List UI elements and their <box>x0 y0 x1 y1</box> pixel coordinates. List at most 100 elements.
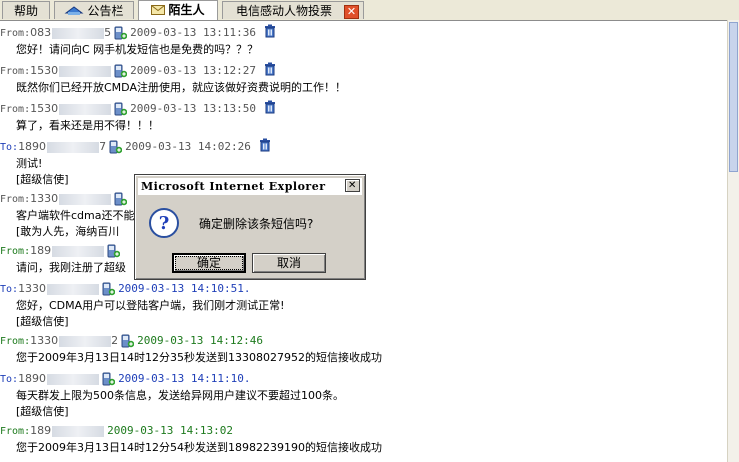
phone-number: 1890 7 <box>18 138 106 156</box>
number-prefix: 1530 <box>30 102 59 115</box>
number-mask <box>59 193 112 205</box>
message-text: 测试! <box>16 157 43 170</box>
message-header: To:1890 7 2009-03-13 14:02:26 <box>0 138 720 156</box>
list-item: To:1330 2009-03-13 14:10:51. 您好，CDMA用户可以登… <box>0 280 720 330</box>
add-contact-icon[interactable] <box>113 26 128 40</box>
cancel-button[interactable]: 取消 <box>252 253 326 273</box>
message-header: From:1530 2009-03-13 13:13:50 <box>0 100 720 118</box>
question-icon: ? <box>148 207 180 239</box>
message-text: [敢为人先，海纳百川 <box>16 225 120 238</box>
message-body: 每天群发上限为500条信息，发送给异网用户建议不要超过100条。 [超级信使] <box>0 388 720 420</box>
add-contact-icon[interactable] <box>113 192 128 206</box>
number-prefix: 1890 <box>18 140 47 153</box>
list-item: From:1530 2009-03-13 13:13:50 算了，看来还是用不得！… <box>0 100 720 134</box>
close-icon[interactable]: ✕ <box>345 179 360 192</box>
number-prefix: 1330 <box>18 282 47 295</box>
scrollbar-thumb[interactable] <box>729 22 738 172</box>
direction-label: From: <box>0 426 31 437</box>
direction-label: From: <box>0 246 31 257</box>
svg-text:?: ? <box>159 213 170 234</box>
phone-number: 189 <box>30 422 105 440</box>
number-suffix: 7 <box>99 140 107 153</box>
tab-label: 电信感动人物投票 <box>235 4 332 18</box>
direction-label: To: <box>0 374 19 385</box>
number-mask <box>59 65 112 77</box>
timestamp: 2009-03-13 14:10:51. <box>118 282 251 295</box>
number-prefix: 189 <box>30 424 52 437</box>
phone-number: 1330 2 <box>30 332 118 350</box>
direction-label: To: <box>0 142 19 153</box>
add-contact-icon[interactable] <box>108 140 123 154</box>
add-contact-icon[interactable] <box>101 282 116 296</box>
timestamp: 2009-03-13 14:12:46 <box>137 334 263 347</box>
envelope-icon <box>151 2 166 20</box>
number-mask <box>47 283 100 295</box>
vertical-scrollbar[interactable] <box>727 20 739 462</box>
number-mask <box>52 27 105 39</box>
number-mask <box>59 335 112 347</box>
message-body: 算了，看来还是用不得！！！ <box>0 118 720 134</box>
message-text: 您于2009年3月13日14时12分35秒发送到13308027952的短信接收… <box>16 351 382 364</box>
timestamp: 2009-03-13 14:13:02 <box>107 424 233 437</box>
message-header: From:1330 2 2009-03-13 14:12:46 <box>0 332 720 350</box>
signature: [超级信使] <box>16 173 69 186</box>
number-prefix: 1330 <box>30 334 59 347</box>
trash-icon[interactable] <box>264 100 276 114</box>
phone-number: 1330 <box>18 280 100 298</box>
tab-bar: 帮助 公告栏 陌生人 电信感动人物投票 ✕ <box>0 0 739 21</box>
number-mask <box>47 373 100 385</box>
signature: [超级信使] <box>16 315 69 328</box>
book-icon <box>64 3 84 21</box>
number-suffix: 2 <box>111 334 119 347</box>
trash-icon[interactable] <box>264 24 276 38</box>
message-text: 请问，我刚注册了超级 <box>16 261 126 274</box>
confirm-dialog: Microsoft Internet Explorer ✕ ? 确定删除该条短信… <box>134 174 366 280</box>
add-contact-icon[interactable] <box>113 102 128 116</box>
list-item: From:1330 2 2009-03-13 14:12:46 您于2009年3月1… <box>0 332 720 366</box>
timestamp: 2009-03-13 13:11:36 <box>130 26 256 39</box>
list-item: From:189 2009-03-13 14:13:02 您于2009年3月13日… <box>0 422 720 456</box>
message-header: From:083 5 2009-03-13 13:11:36 <box>0 24 720 42</box>
direction-label: From: <box>0 66 31 77</box>
tab-help[interactable]: 帮助 <box>2 1 50 19</box>
tab-vote[interactable]: 电信感动人物投票 ✕ <box>222 1 364 19</box>
phone-number: 1330 <box>30 190 112 208</box>
add-contact-icon[interactable] <box>120 334 135 348</box>
tab-stranger[interactable]: 陌生人 <box>138 0 218 20</box>
timestamp: 2009-03-13 14:02:26 <box>125 140 251 153</box>
message-header: To:1330 2009-03-13 14:10:51. <box>0 280 720 298</box>
message-text: 客户端软件cdma还不能 <box>16 209 135 222</box>
message-header: From:1530 2009-03-13 13:12:27 <box>0 62 720 80</box>
add-contact-icon[interactable] <box>106 244 121 258</box>
tab-label: 帮助 <box>13 4 38 18</box>
number-suffix: 5 <box>104 26 112 39</box>
message-text: 您好！请问向C 网手机发短信也是免费的吗？？？ <box>16 43 259 56</box>
dialog-message: 确定删除该条短信吗? <box>199 217 314 231</box>
list-item: From:083 5 2009-03-13 13:11:36 您好！请问向C 网手机… <box>0 24 720 58</box>
tab-bulletin[interactable]: 公告栏 <box>54 1 134 19</box>
number-mask <box>47 141 100 153</box>
direction-label: From: <box>0 104 31 115</box>
phone-number: 1890 <box>18 370 100 388</box>
add-contact-icon[interactable] <box>113 64 128 78</box>
message-text: 算了，看来还是用不得！！！ <box>16 119 159 132</box>
number-prefix: 1330 <box>30 192 59 205</box>
message-body: 既然你们已经开放CMDA注册使用，就应该做好资费说明的工作！！ <box>0 80 720 96</box>
direction-label: To: <box>0 284 19 295</box>
trash-icon[interactable] <box>264 62 276 76</box>
number-mask <box>52 425 105 437</box>
trash-icon[interactable] <box>259 138 271 152</box>
add-contact-icon[interactable] <box>101 372 116 386</box>
ok-button[interactable]: 确定 <box>172 253 246 273</box>
timestamp: 2009-03-13 13:12:27 <box>130 64 256 77</box>
phone-number: 1530 <box>30 100 112 118</box>
number-mask <box>59 103 112 115</box>
dialog-title: Microsoft Internet Explorer ✕ <box>138 178 362 195</box>
close-icon[interactable]: ✕ <box>344 5 359 19</box>
message-text: 您好，CDMA用户可以登陆客户端，我们刚才测试正常! <box>16 299 285 312</box>
message-text: 每天群发上限为500条信息，发送给异网用户建议不要超过100条。 <box>16 389 344 402</box>
phone-number: 1530 <box>30 62 112 80</box>
number-prefix: 1890 <box>18 372 47 385</box>
timestamp: 2009-03-13 13:13:50 <box>130 102 256 115</box>
phone-number: 189 <box>30 242 105 260</box>
